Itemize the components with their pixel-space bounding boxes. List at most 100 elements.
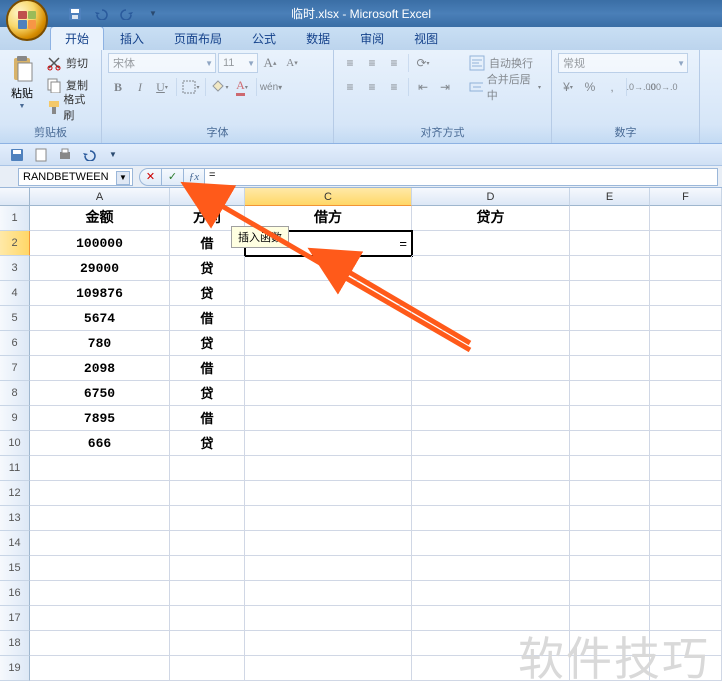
- enter-formula-button[interactable]: ✓: [161, 168, 183, 186]
- increase-font-icon[interactable]: A▴: [260, 53, 280, 73]
- bold-button[interactable]: B: [108, 77, 128, 97]
- row-header[interactable]: 18: [0, 631, 30, 656]
- row-header[interactable]: 11: [0, 456, 30, 481]
- cell-B12[interactable]: [170, 481, 245, 506]
- cell-B11[interactable]: [170, 456, 245, 481]
- cell-F11[interactable]: [650, 456, 722, 481]
- cell-A12[interactable]: [30, 481, 170, 506]
- cell-F5[interactable]: [650, 306, 722, 331]
- cut-button[interactable]: 剪切: [42, 53, 95, 73]
- row-header[interactable]: 9: [0, 406, 30, 431]
- increase-indent-icon[interactable]: ⇥: [435, 77, 455, 97]
- tab-data[interactable]: 数据: [292, 27, 344, 50]
- cell-C15[interactable]: [245, 556, 412, 581]
- qat2-dropdown-icon[interactable]: ▼: [102, 145, 124, 165]
- decrease-decimal-icon[interactable]: .00→.0: [653, 77, 673, 97]
- col-header-a[interactable]: A: [30, 188, 170, 206]
- print-preview-icon[interactable]: [54, 145, 76, 165]
- row-header[interactable]: 19: [0, 656, 30, 681]
- cell-A17[interactable]: [30, 606, 170, 631]
- align-top-icon[interactable]: ≡: [340, 53, 360, 73]
- number-format-combo[interactable]: 常规▼: [558, 53, 688, 73]
- row-header[interactable]: 2: [0, 231, 30, 256]
- row-header[interactable]: 12: [0, 481, 30, 506]
- cell-F2[interactable]: [650, 231, 722, 256]
- cell-D11[interactable]: [412, 456, 570, 481]
- cell-E4[interactable]: [570, 281, 650, 306]
- cell-F1[interactable]: [650, 206, 722, 231]
- new-icon[interactable]: [30, 145, 52, 165]
- cell-F7[interactable]: [650, 356, 722, 381]
- formula-input[interactable]: =: [205, 168, 718, 186]
- row-header[interactable]: 16: [0, 581, 30, 606]
- redo-icon[interactable]: [116, 4, 138, 24]
- undo-icon[interactable]: [90, 4, 112, 24]
- cell-D4[interactable]: [412, 281, 570, 306]
- align-bottom-icon[interactable]: ≡: [384, 53, 404, 73]
- row-header[interactable]: 1: [0, 206, 30, 231]
- font-size-combo[interactable]: 11▼: [218, 53, 258, 73]
- underline-button[interactable]: U▾: [152, 77, 172, 97]
- cell-B17[interactable]: [170, 606, 245, 631]
- cell-E15[interactable]: [570, 556, 650, 581]
- cell-D8[interactable]: [412, 381, 570, 406]
- col-header-e[interactable]: E: [570, 188, 650, 206]
- cell-B19[interactable]: [170, 656, 245, 681]
- save-icon[interactable]: [64, 4, 86, 24]
- cell-C12[interactable]: [245, 481, 412, 506]
- col-header-b[interactable]: B: [170, 188, 245, 206]
- office-button[interactable]: [6, 0, 48, 41]
- cell-C16[interactable]: [245, 581, 412, 606]
- cell-A13[interactable]: [30, 506, 170, 531]
- cell-C13[interactable]: [245, 506, 412, 531]
- row-header[interactable]: 17: [0, 606, 30, 631]
- row-header[interactable]: 8: [0, 381, 30, 406]
- cell-D16[interactable]: [412, 581, 570, 606]
- cell-D14[interactable]: [412, 531, 570, 556]
- cell-E8[interactable]: [570, 381, 650, 406]
- row-header[interactable]: 10: [0, 431, 30, 456]
- cell-A5[interactable]: 5674: [30, 306, 170, 331]
- cell-E1[interactable]: [570, 206, 650, 231]
- font-name-combo[interactable]: 宋体▼: [108, 53, 216, 73]
- col-header-d[interactable]: D: [412, 188, 570, 206]
- cell-E14[interactable]: [570, 531, 650, 556]
- cell-E6[interactable]: [570, 331, 650, 356]
- row-header[interactable]: 15: [0, 556, 30, 581]
- phonetic-button[interactable]: wén▾: [261, 77, 281, 97]
- undo-icon-2[interactable]: [78, 145, 100, 165]
- cell-C17[interactable]: [245, 606, 412, 631]
- save-icon-2[interactable]: [6, 145, 28, 165]
- cell-B6[interactable]: 贷: [170, 331, 245, 356]
- cell-F15[interactable]: [650, 556, 722, 581]
- row-header[interactable]: 3: [0, 256, 30, 281]
- orientation-icon[interactable]: ⟳▾: [413, 53, 433, 73]
- italic-button[interactable]: I: [130, 77, 150, 97]
- cell-E9[interactable]: [570, 406, 650, 431]
- tab-review[interactable]: 审阅: [346, 27, 398, 50]
- cell-F6[interactable]: [650, 331, 722, 356]
- cell-A2[interactable]: 100000: [30, 231, 170, 256]
- insert-function-button[interactable]: ƒx: [183, 168, 205, 186]
- align-middle-icon[interactable]: ≡: [362, 53, 382, 73]
- cell-A1[interactable]: 金额: [30, 206, 170, 231]
- wrap-text-button[interactable]: 自动换行: [465, 53, 545, 73]
- cell-D2[interactable]: [412, 231, 570, 256]
- tab-formulas[interactable]: 公式: [238, 27, 290, 50]
- row-header[interactable]: 4: [0, 281, 30, 306]
- cell-D13[interactable]: [412, 506, 570, 531]
- cell-F8[interactable]: [650, 381, 722, 406]
- tab-insert[interactable]: 插入: [106, 27, 158, 50]
- cell-F10[interactable]: [650, 431, 722, 456]
- select-all-corner[interactable]: [0, 188, 30, 206]
- cell-C18[interactable]: [245, 631, 412, 656]
- align-right-icon[interactable]: ≡: [384, 77, 404, 97]
- cell-D6[interactable]: [412, 331, 570, 356]
- cell-F13[interactable]: [650, 506, 722, 531]
- comma-icon[interactable]: ,: [602, 77, 622, 97]
- cell-D3[interactable]: [412, 256, 570, 281]
- cell-A6[interactable]: 780: [30, 331, 170, 356]
- cell-F16[interactable]: [650, 581, 722, 606]
- cell-E7[interactable]: [570, 356, 650, 381]
- tab-home[interactable]: 开始: [50, 26, 104, 50]
